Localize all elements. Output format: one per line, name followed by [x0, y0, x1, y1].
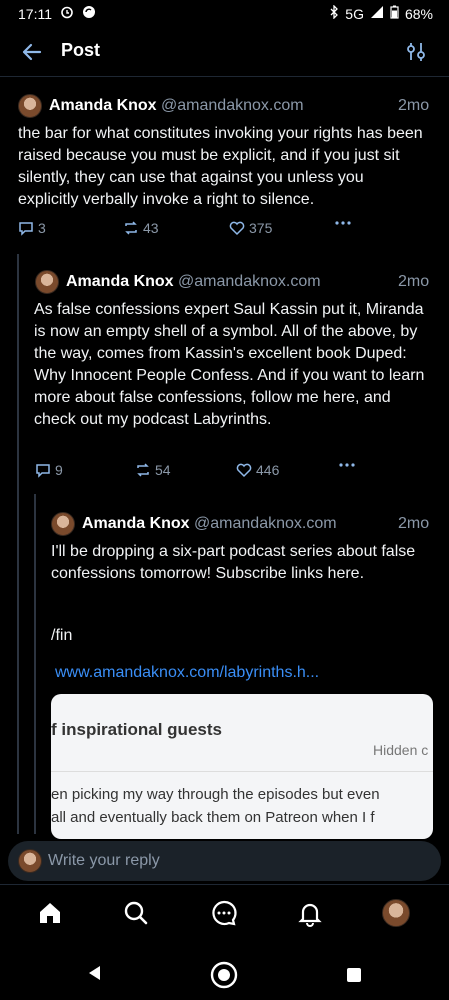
- author-line[interactable]: Amanda Knox @amandaknox.com: [82, 515, 337, 533]
- author-handle: @amandaknox.com: [194, 515, 337, 532]
- like-count: 446: [256, 462, 280, 478]
- repost-button[interactable]: 54: [135, 462, 171, 478]
- more-options-icon[interactable]: [338, 462, 356, 468]
- card-text-line: all and eventually back them on Patreon …: [51, 809, 375, 826]
- like-button[interactable]: 375: [229, 220, 272, 236]
- heart-icon: [229, 221, 245, 236]
- author-avatar[interactable]: [51, 512, 75, 536]
- system-nav-bar: [0, 944, 449, 1000]
- system-back-icon[interactable]: [86, 964, 104, 987]
- repost-icon: [137, 463, 149, 477]
- card-hidden-label: Hidden c: [373, 742, 429, 758]
- page-title: Post: [61, 40, 101, 60]
- post-text: the bar for what constitutes invoking yo…: [18, 125, 423, 208]
- like-count: 375: [249, 220, 273, 236]
- post-text: As false confessions expert Saul Kassin …: [34, 301, 425, 428]
- thread-line: [17, 254, 19, 834]
- my-avatar: [18, 849, 42, 873]
- repost-button[interactable]: 43: [123, 220, 159, 236]
- author-line[interactable]: Amanda Knox @amandaknox.com: [49, 97, 304, 115]
- author-name: Amanda Knox: [82, 515, 190, 532]
- reply-button[interactable]: 3: [18, 220, 46, 236]
- battery-icon: [390, 5, 399, 22]
- battery-level: 68%: [404, 5, 433, 22]
- author-handle: @amandaknox.com: [161, 97, 304, 114]
- top-header: Post: [0, 28, 449, 77]
- author-handle: @amandaknox.com: [178, 273, 321, 290]
- bluetooth-icon: [329, 4, 339, 22]
- status-time: 17:11: [18, 5, 52, 22]
- author-avatar[interactable]: [18, 94, 42, 118]
- post-text-end: /fin: [51, 627, 73, 644]
- repost-count: 54: [155, 462, 171, 478]
- status-bar: 17:11 5G 68%: [0, 0, 449, 28]
- reply-count: 9: [55, 462, 63, 478]
- more-options-icon[interactable]: [334, 220, 352, 226]
- reply-composer[interactable]: Write your reply: [8, 841, 441, 881]
- chat-icon[interactable]: [210, 899, 238, 927]
- heart-icon: [236, 463, 252, 478]
- author-line[interactable]: Amanda Knox @amandaknox.com: [66, 273, 321, 291]
- reply-count: 3: [38, 220, 46, 236]
- home-icon[interactable]: [36, 899, 64, 927]
- post-time: 2mo: [398, 273, 430, 290]
- profile-avatar[interactable]: [382, 899, 410, 927]
- reply-button[interactable]: 9: [35, 462, 63, 478]
- post-text: I'll be dropping a six-part podcast seri…: [51, 543, 416, 582]
- system-recents-icon[interactable]: [346, 967, 362, 988]
- network-label: 5G: [345, 5, 364, 22]
- post-time: 2mo: [398, 97, 430, 114]
- bell-icon[interactable]: [296, 899, 324, 927]
- post-link[interactable]: www.amandaknox.com/labyrinths.h...: [55, 664, 319, 682]
- bottom-nav: [0, 884, 449, 945]
- author-avatar[interactable]: [35, 270, 59, 294]
- back-arrow-icon[interactable]: [20, 40, 44, 64]
- thread-line: [34, 494, 36, 834]
- signal-icon: [370, 5, 384, 22]
- author-name: Amanda Knox: [66, 273, 174, 290]
- reply-icon: [36, 464, 50, 478]
- search-icon[interactable]: [122, 899, 150, 927]
- alarm-icon: [60, 5, 74, 22]
- card-heading: f inspirational guests: [51, 720, 222, 739]
- repost-icon: [125, 221, 137, 235]
- thread-settings-icon[interactable]: [405, 41, 427, 63]
- reply-input[interactable]: Write your reply: [48, 852, 160, 870]
- repost-count: 43: [143, 220, 159, 236]
- system-home-icon[interactable]: [210, 961, 238, 994]
- sync-icon: [82, 5, 96, 22]
- link-preview-card[interactable]: f inspirational guests Hidden c en picki…: [51, 694, 433, 839]
- reply-icon: [19, 222, 33, 236]
- card-text-line: en picking my way through the episodes b…: [51, 786, 380, 803]
- like-button[interactable]: 446: [236, 462, 279, 478]
- card-divider: [51, 771, 433, 772]
- author-name: Amanda Knox: [49, 97, 157, 114]
- post-time: 2mo: [398, 515, 430, 532]
